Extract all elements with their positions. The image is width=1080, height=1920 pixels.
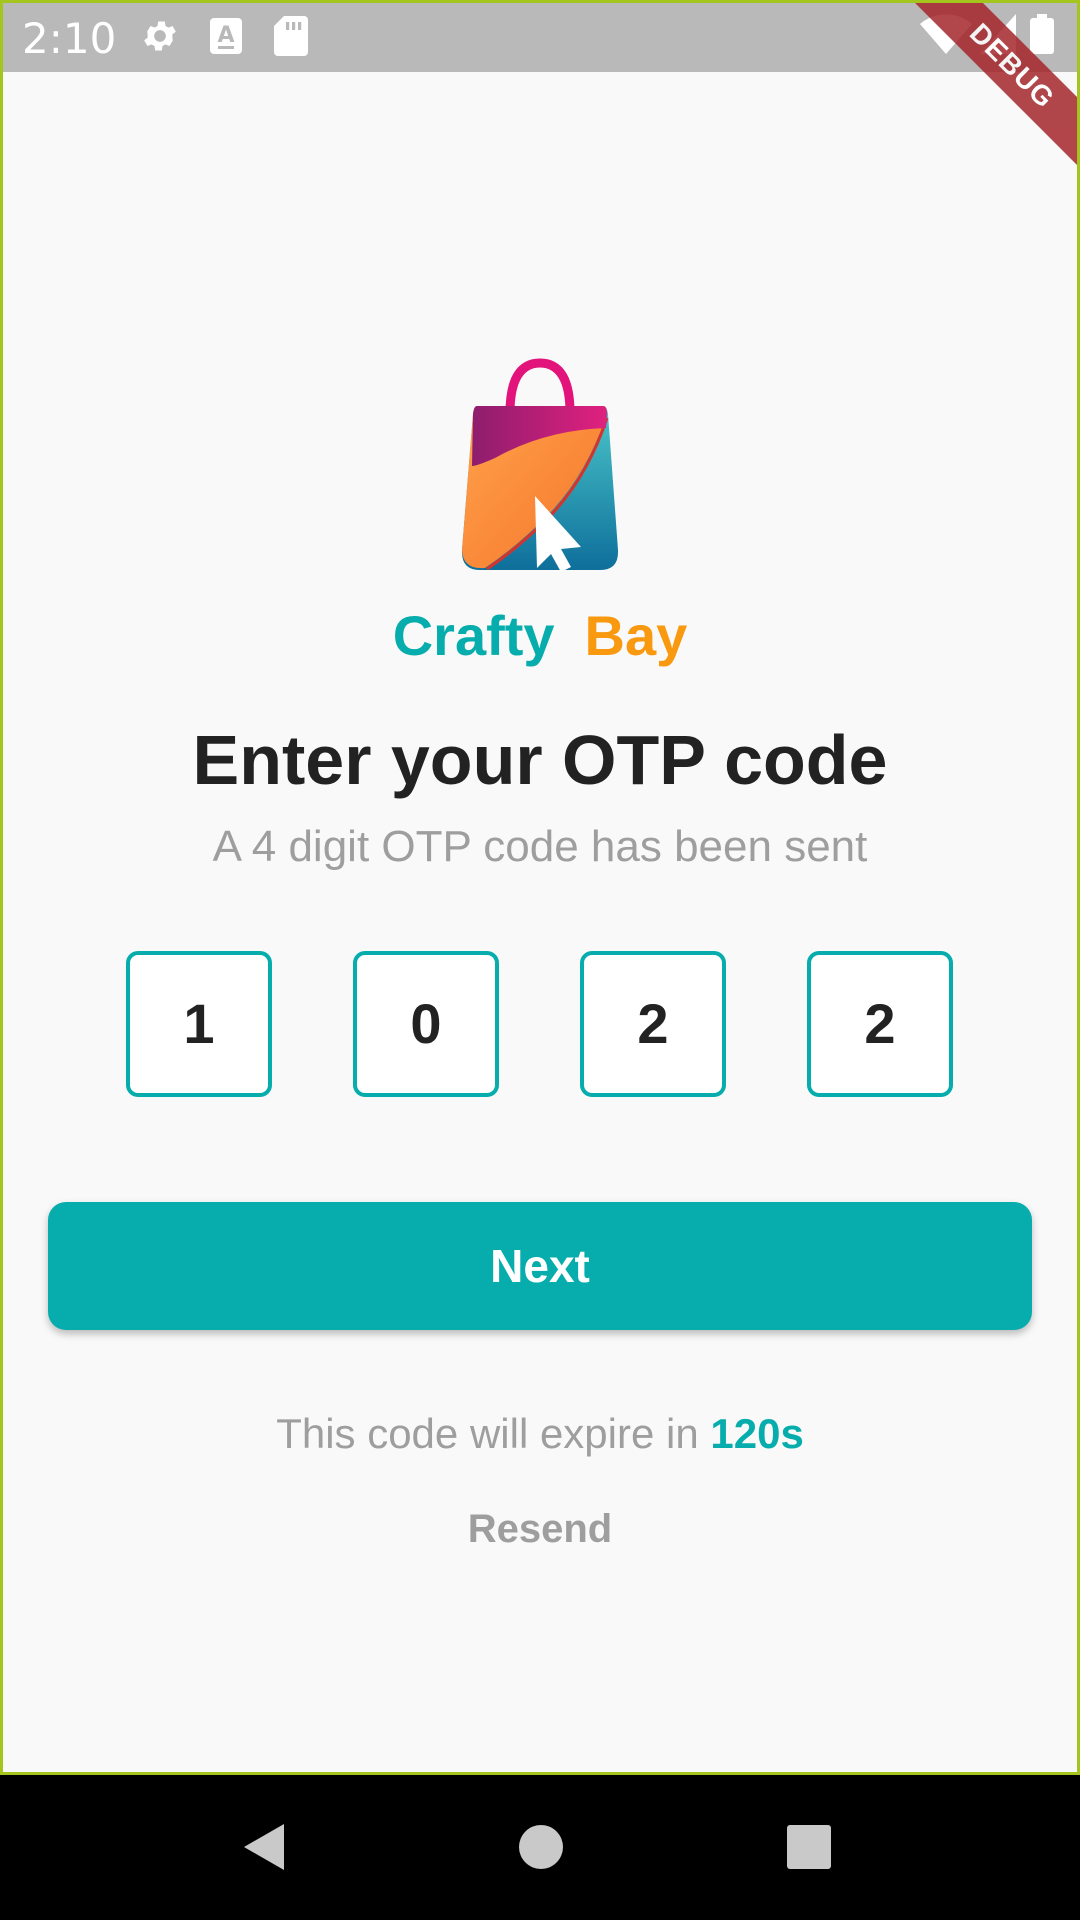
- expiry-text: This code will expire in: [276, 1410, 699, 1457]
- recents-icon[interactable]: [786, 1822, 832, 1877]
- battery-icon: [1030, 14, 1054, 54]
- page-title: Enter your OTP code: [192, 721, 888, 799]
- status-time: 2:10: [22, 14, 117, 63]
- sd-card-icon: [274, 16, 308, 56]
- screen: 2:10 A DEBUG Crafty Bay Enter your OTP c…: [0, 0, 1080, 1920]
- otp-digit-field-2[interactable]: 0: [353, 951, 499, 1097]
- otp-digit-field-1[interactable]: 1: [126, 951, 272, 1097]
- status-bar: 2:10 A: [0, 0, 1080, 72]
- keyboard-a-icon: A: [208, 16, 244, 56]
- brand-name-part1: Crafty: [392, 604, 555, 667]
- home-icon[interactable]: [518, 1822, 564, 1877]
- resend-button[interactable]: Resend: [0, 1507, 1080, 1552]
- settings-icon: [140, 16, 180, 56]
- brand-name-part2: Bay: [584, 604, 688, 667]
- otp-digit-field-4[interactable]: 2: [807, 951, 953, 1097]
- page-subtitle: A 4 digit OTP code has been sent: [212, 822, 868, 871]
- brand-name: Crafty Bay: [0, 603, 1080, 668]
- next-button[interactable]: Next: [48, 1202, 1032, 1330]
- otp-digit-field-3[interactable]: 2: [580, 951, 726, 1097]
- back-icon[interactable]: [240, 1822, 290, 1877]
- shopping-bag-logo-icon: [455, 358, 625, 573]
- expiry-countdown: 120s: [710, 1410, 804, 1457]
- expiry-message: This code will expire in 120s: [0, 1410, 1080, 1458]
- svg-text:A: A: [217, 23, 234, 48]
